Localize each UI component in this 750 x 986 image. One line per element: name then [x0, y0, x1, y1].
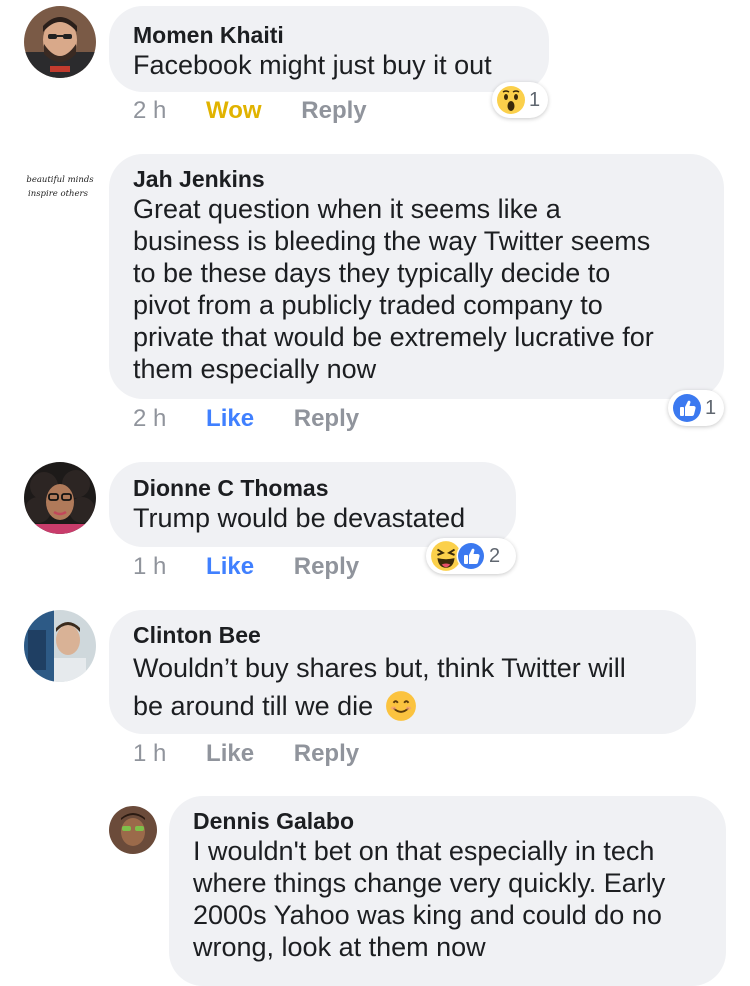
comment-text-line: wrong, look at them now	[193, 932, 486, 962]
comment-text-line: business is bleeding the way Twitter see…	[133, 226, 651, 256]
comment-bubble[interactable]: Clinton Bee Wouldn’t buy shares but, thi…	[109, 610, 696, 734]
reply-button[interactable]: Reply	[294, 405, 359, 433]
profile-photo-icon	[24, 462, 96, 534]
comment-timestamp[interactable]: 1 h	[133, 740, 166, 768]
comment-text-line: Wouldn’t buy shares but, think Twitter w…	[133, 653, 626, 683]
like-icon	[673, 394, 701, 422]
reply-button[interactable]: Reply	[294, 740, 359, 768]
comment-text-line: I wouldn't bet on that especially in tec…	[193, 836, 655, 866]
comment-text: Trump would be devastated	[133, 503, 466, 533]
avatar[interactable]: beautiful minds inspire others	[24, 154, 96, 226]
comment-text-line-wrap: be around till we die	[133, 687, 696, 725]
comment-actions: 1 h Like Reply	[133, 553, 359, 581]
reaction-count: 2	[489, 544, 501, 567]
profile-photo-icon	[109, 806, 157, 854]
comment-timestamp[interactable]: 2 h	[133, 97, 166, 125]
reaction-summary[interactable]: 1	[492, 82, 548, 118]
comment-text-line: private that would be extremely lucrativ…	[133, 322, 654, 352]
comment-author[interactable]: Jah Jenkins	[133, 165, 724, 193]
reaction-summary[interactable]: 1	[668, 390, 724, 426]
comment-actions: 1 h Like Reply	[133, 740, 359, 768]
comment-bubble[interactable]: Dennis Galabo I wouldn't bet on that esp…	[169, 796, 726, 986]
avatar[interactable]	[109, 806, 157, 854]
avatar-text: inspire others	[28, 189, 89, 199]
wow-reaction-button[interactable]: Wow	[206, 97, 262, 125]
comment-text-line: 2000s Yahoo was king and could do no	[193, 900, 662, 930]
like-button[interactable]: Like	[206, 740, 254, 768]
like-button[interactable]: Like	[206, 405, 254, 433]
comment-actions: 2 h Wow Reply	[133, 97, 367, 125]
comment-text-line: Great question when it seems like a	[133, 194, 561, 224]
comment-text: Facebook might just buy it out	[133, 50, 492, 80]
comment-author[interactable]: Momen Khaiti	[133, 21, 549, 49]
avatar[interactable]	[24, 610, 96, 682]
reaction-count: 1	[529, 88, 541, 111]
comment-text-line: where things change very quickly. Early	[193, 868, 666, 898]
comment-text-line: pivot from a publicly traded company to	[133, 290, 603, 320]
comment-author[interactable]: Clinton Bee	[133, 621, 696, 649]
avatar[interactable]	[24, 462, 96, 534]
comment-bubble[interactable]: Dionne C Thomas Trump would be devastate…	[109, 462, 516, 547]
comment-author[interactable]: Dionne C Thomas	[133, 474, 516, 502]
comment-text-line: be around till we die	[133, 691, 374, 721]
comment-author[interactable]: Dennis Galabo	[193, 807, 726, 835]
smile-emoji-icon	[385, 691, 416, 721]
reply-button[interactable]: Reply	[294, 553, 359, 581]
comment-bubble[interactable]: Jah Jenkins Great question when it seems…	[109, 154, 724, 399]
comment-timestamp[interactable]: 1 h	[133, 553, 166, 581]
wow-icon	[497, 86, 525, 114]
reaction-summary[interactable]: 2	[426, 538, 516, 574]
comment-timestamp[interactable]: 2 h	[133, 405, 166, 433]
reaction-count: 1	[705, 396, 717, 419]
comment-text-line: them especially now	[133, 354, 377, 384]
like-icon	[456, 541, 486, 571]
profile-photo-icon	[24, 6, 96, 78]
profile-photo-icon: beautiful minds inspire others	[24, 154, 96, 226]
reply-button[interactable]: Reply	[301, 97, 366, 125]
comment-text-line: to be these days they typically decide t…	[133, 258, 611, 288]
avatar[interactable]	[24, 6, 96, 78]
avatar-text: beautiful minds	[26, 175, 94, 185]
comment-actions: 2 h Like Reply	[133, 405, 359, 433]
like-button[interactable]: Like	[206, 553, 254, 581]
profile-photo-icon	[24, 610, 96, 682]
comment-bubble[interactable]: Momen Khaiti Facebook might just buy it …	[109, 6, 549, 92]
